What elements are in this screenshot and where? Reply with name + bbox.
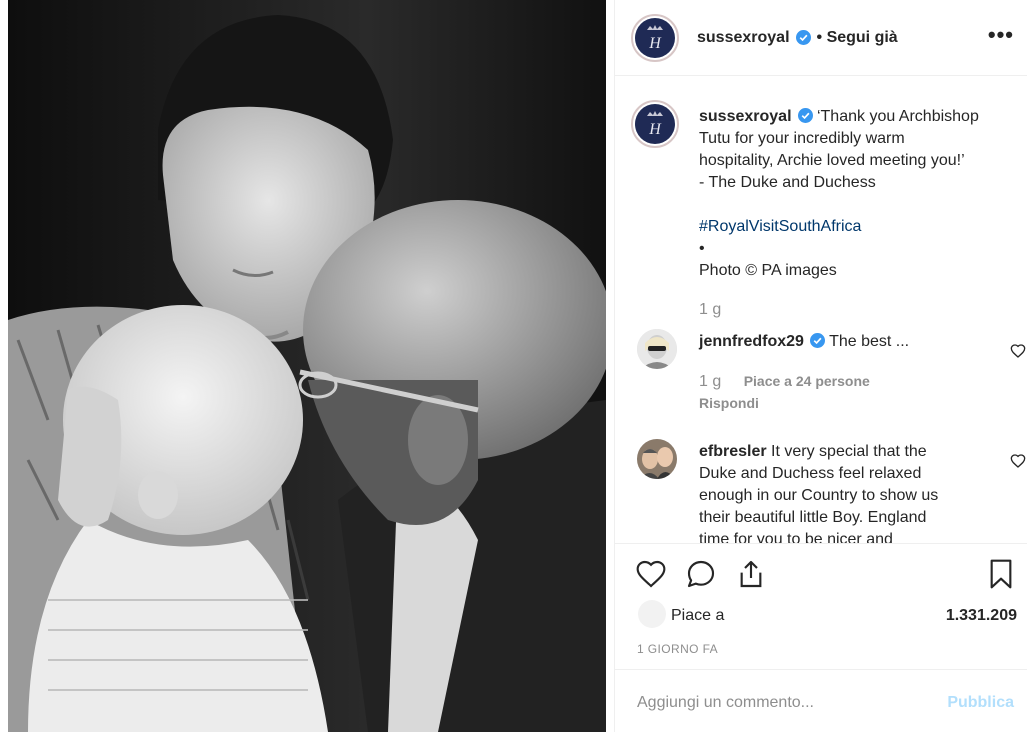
comment-item: efbresler It very special that the Duke … (631, 439, 1027, 543)
comment-bubble-icon[interactable] (685, 558, 717, 590)
caption-line: Tutu for your incredibly warm (699, 130, 905, 147)
comment-text: efbresler It very special that the Duke … (699, 441, 999, 543)
comment-line: time for you to be nicer and (699, 531, 893, 543)
comment-line: It very special that the (771, 443, 927, 460)
comment-line: their beautiful little Boy. England (699, 509, 927, 526)
likes-count[interactable]: 1.331.209 (946, 607, 1017, 625)
publish-button[interactable]: Pubblica (947, 694, 1014, 712)
verified-badge-icon (797, 108, 813, 123)
caption-bullet: • (699, 240, 705, 257)
comment-meta: 1 g Piace a 24 persone (699, 373, 870, 391)
comment-input[interactable]: Aggiungi un commento... (637, 694, 814, 712)
comment-text: jennfredfox29 The best ... (699, 331, 989, 353)
comment-line: enough in our Country to show us (699, 487, 939, 504)
caption-text: sussexroyal ‘Thank you Archbishop Tutu f… (699, 106, 1019, 321)
comment-body[interactable]: The best ... (829, 333, 909, 350)
liker-avatar[interactable] (637, 599, 667, 629)
svg-text:H: H (648, 35, 662, 52)
more-options-icon[interactable]: ••• (988, 22, 1014, 48)
crest-icon: H (647, 24, 663, 52)
post-panel: H sussexroyal • Segui già ••• H sussexro… (614, 0, 1027, 732)
post-photo[interactable] (8, 0, 606, 732)
verified-badge-icon (809, 333, 825, 348)
commenter-photo (637, 329, 677, 369)
commenter-photo (637, 439, 677, 479)
verified-badge-icon (795, 30, 811, 45)
comment-like-icon[interactable] (1010, 453, 1026, 469)
caption-avatar[interactable]: H (631, 100, 679, 148)
caption-line: hospitality, Archie loved meeting you!’ (699, 152, 965, 169)
add-comment-bar: Aggiungi un commento... Pubblica (615, 669, 1027, 732)
author-username[interactable]: sussexroyal (697, 29, 790, 47)
likes-label[interactable]: Piace a (671, 607, 724, 625)
post-photo-image (8, 0, 606, 732)
commenter-username[interactable]: efbresler (699, 443, 767, 460)
caption-line: ‘Thank you Archbishop (816, 108, 979, 125)
following-status[interactable]: • Segui già (817, 29, 898, 47)
caption-time[interactable]: 1 g (699, 299, 1019, 321)
crest-icon: H (647, 111, 663, 138)
hashtag-link[interactable]: #RoyalVisitSouthAfrica (699, 218, 861, 235)
commenter-avatar[interactable] (637, 439, 677, 479)
share-icon[interactable] (735, 558, 767, 590)
comment-time[interactable]: 1 g (699, 373, 721, 390)
action-bar: Piace a 1.331.209 1 GIORNO FA (615, 543, 1027, 669)
comment-likes[interactable]: Piace a 24 persone (744, 373, 870, 389)
photo-credit: Photo © PA images (699, 262, 837, 279)
commenter-avatar[interactable] (637, 329, 677, 369)
author-avatar[interactable]: H (631, 13, 679, 62)
comments-list[interactable]: H sussexroyal ‘Thank you Archbishop Tutu… (615, 77, 1027, 543)
caption-line: - The Duke and Duchess (699, 174, 876, 191)
caption-username[interactable]: sussexroyal (699, 108, 792, 125)
commenter-username[interactable]: jennfredfox29 (699, 333, 804, 350)
comment-item: jennfredfox29 The best ... 1 g Piace a 2… (631, 329, 1027, 411)
save-bookmark-icon[interactable] (985, 558, 1017, 590)
post-timestamp[interactable]: 1 GIORNO FA (637, 642, 718, 656)
like-heart-icon[interactable] (635, 558, 667, 590)
comment-like-icon[interactable] (1010, 343, 1026, 359)
svg-text:H: H (648, 121, 662, 138)
comment-line: Duke and Duchess feel relaxed (699, 465, 922, 482)
reply-button[interactable]: Rispondi (699, 395, 759, 411)
post-header: H sussexroyal • Segui già ••• (615, 0, 1027, 76)
